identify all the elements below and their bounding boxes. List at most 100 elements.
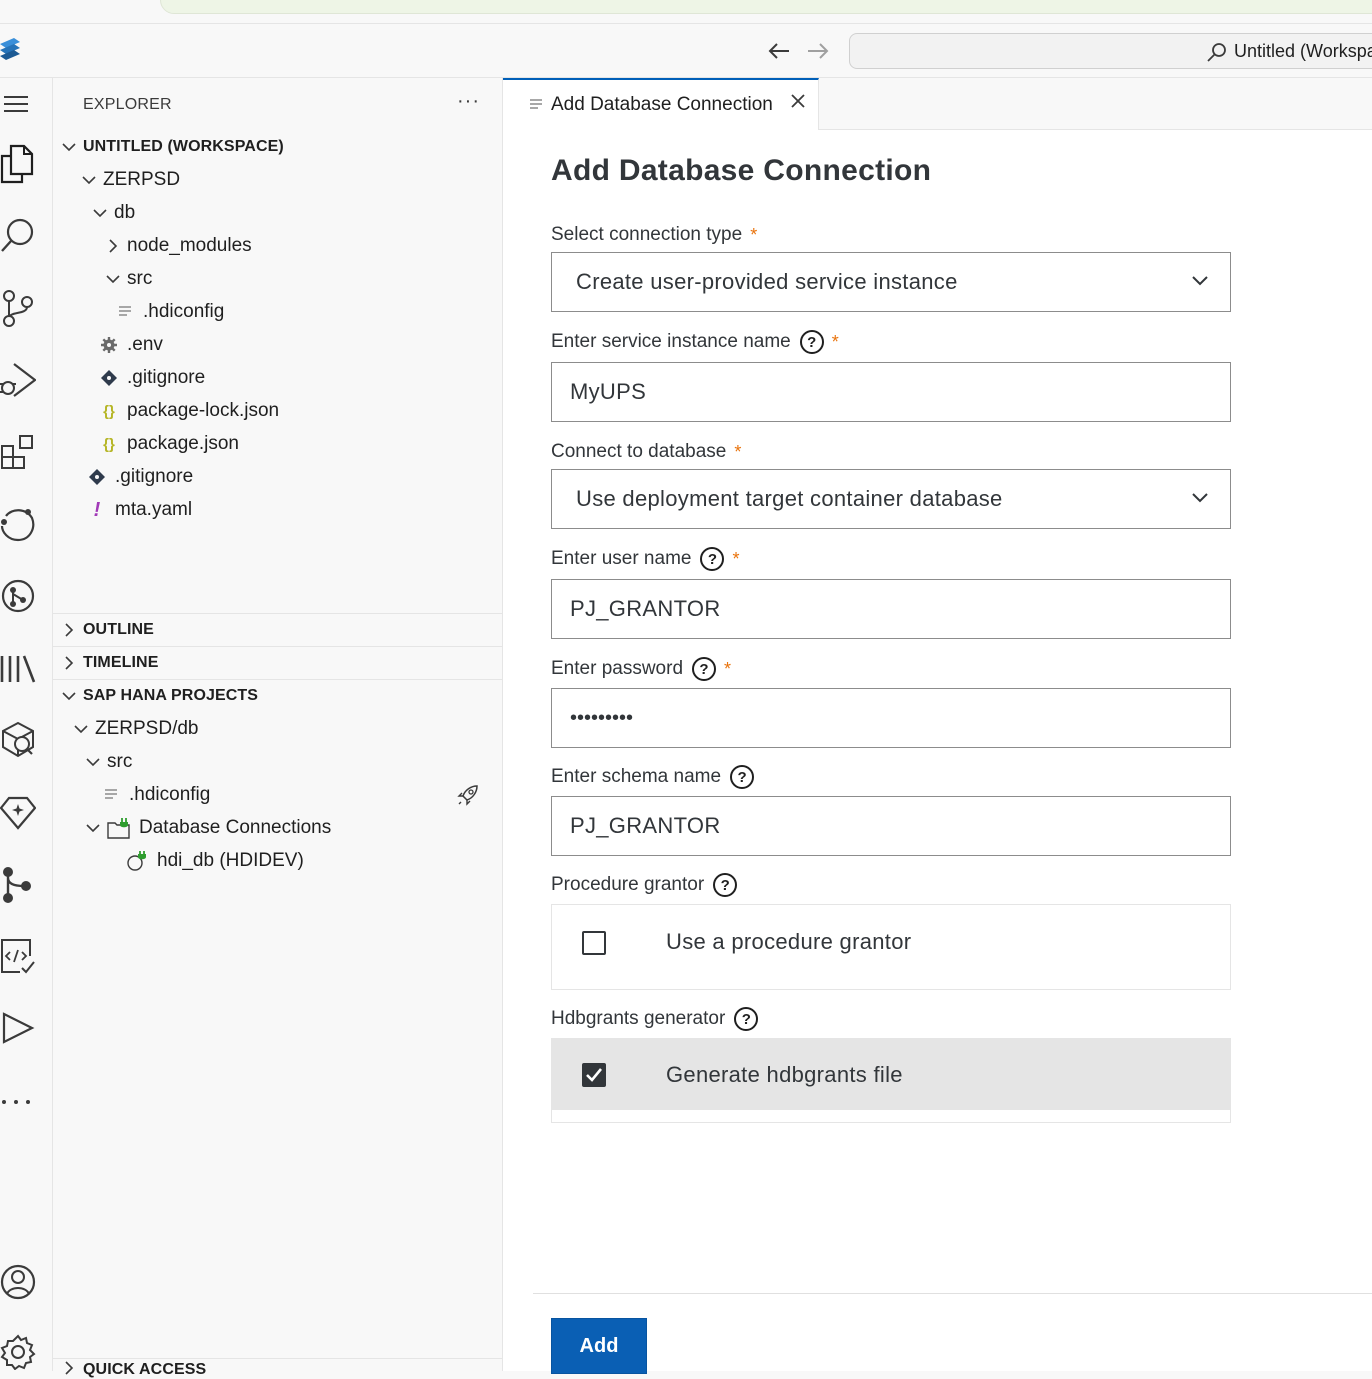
workspace-label: UNTITLED (WORKSPACE) bbox=[83, 138, 284, 155]
tree-item-zerpsd[interactable]: ZERPSD bbox=[79, 165, 180, 195]
chevron-down-icon bbox=[59, 142, 79, 152]
label-text: Enter user name bbox=[551, 548, 692, 569]
service-name-input[interactable]: MyUPS bbox=[551, 362, 1231, 422]
tree-item-hdi-db[interactable]: hdi_db (HDIDEV) bbox=[125, 846, 304, 876]
text-file-icon bbox=[101, 788, 121, 802]
procedure-grantor-option-label[interactable]: Use a procedure grantor bbox=[666, 929, 911, 955]
chevron-right-icon bbox=[103, 239, 123, 253]
help-icon[interactable]: ? bbox=[799, 330, 824, 354]
timeline-label: TIMELINE bbox=[83, 654, 159, 671]
tree-item-hana-src[interactable]: src bbox=[83, 747, 132, 777]
service-center-icon[interactable] bbox=[0, 720, 40, 760]
back-arrow-icon[interactable] bbox=[764, 36, 794, 66]
run-icon[interactable] bbox=[0, 1008, 40, 1048]
forward-arrow-icon[interactable] bbox=[803, 36, 833, 66]
search-icon bbox=[1207, 43, 1226, 62]
connection-type-select[interactable]: Create user-provided service instance bbox=[551, 252, 1231, 312]
tree-item-gitignore[interactable]: .gitignore bbox=[99, 363, 205, 393]
quick-access-section-header[interactable]: QUICK ACCESS bbox=[59, 1361, 206, 1379]
tree-item-src[interactable]: src bbox=[103, 264, 152, 294]
more-views-icon[interactable] bbox=[0, 1080, 40, 1120]
chevron-right-icon bbox=[59, 656, 79, 670]
connect-database-select[interactable]: Use deployment target container database bbox=[551, 469, 1231, 529]
tree-item-package-lock[interactable]: {} package-lock.json bbox=[99, 396, 279, 426]
chevron-down-icon bbox=[1192, 490, 1208, 508]
schema-name-input[interactable]: PJ_GRANTOR bbox=[551, 796, 1231, 856]
json-braces-icon: {} bbox=[103, 435, 115, 453]
tree-item-label: mta.yaml bbox=[115, 499, 193, 520]
tree-item-env[interactable]: .env bbox=[99, 330, 163, 360]
timeline-section-header[interactable]: TIMELINE bbox=[59, 648, 158, 678]
gem-icon[interactable] bbox=[0, 792, 40, 832]
tree-item-package-json[interactable]: {} package.json bbox=[99, 429, 239, 459]
tree-item-db[interactable]: db bbox=[90, 198, 135, 228]
tree-item-label: .gitignore bbox=[127, 367, 206, 388]
select-value: Create user-provided service instance bbox=[576, 269, 958, 294]
workspace-section-header[interactable]: UNTITLED (WORKSPACE) bbox=[59, 132, 284, 162]
help-icon[interactable]: ? bbox=[692, 657, 717, 681]
code-check-icon[interactable] bbox=[0, 936, 40, 976]
folder-plug-icon bbox=[107, 817, 131, 839]
settings-gear-icon[interactable] bbox=[0, 1330, 40, 1370]
git-graph-icon[interactable] bbox=[0, 576, 40, 616]
editor-content: Add Database Connection Select connectio… bbox=[503, 130, 1372, 1374]
chevron-down-icon bbox=[59, 691, 79, 701]
extensions-icon[interactable] bbox=[0, 432, 40, 472]
quick-access-label: QUICK ACCESS bbox=[83, 1361, 207, 1378]
input-value: ••••••••• bbox=[570, 706, 634, 729]
user-name-input[interactable]: PJ_GRANTOR bbox=[551, 579, 1231, 639]
tree-item-label: package-lock.json bbox=[127, 400, 280, 421]
input-value: MyUPS bbox=[570, 379, 647, 404]
tree-item-zerpsd-db[interactable]: ZERPSD/db bbox=[71, 714, 198, 744]
help-icon[interactable]: ? bbox=[713, 873, 738, 897]
chevron-down-icon bbox=[83, 823, 103, 833]
workflow-icon[interactable] bbox=[0, 864, 40, 904]
label-text: Hdbgrants generator bbox=[551, 1008, 726, 1029]
required-asterisk: * bbox=[732, 548, 740, 569]
label-text: Procedure grantor bbox=[551, 874, 705, 895]
tree-item-label: Database Connections bbox=[139, 817, 332, 838]
hana-projects-section-header[interactable]: SAP HANA PROJECTS bbox=[59, 681, 258, 711]
section-divider bbox=[53, 613, 503, 614]
run-debug-icon[interactable] bbox=[0, 360, 40, 400]
add-button[interactable]: Add bbox=[551, 1318, 647, 1374]
tree-item-database-connections[interactable]: Database Connections bbox=[83, 813, 331, 843]
app-logo-icon bbox=[0, 36, 22, 62]
password-input[interactable]: ••••••••• bbox=[551, 688, 1231, 748]
explorer-files-icon[interactable] bbox=[0, 144, 40, 184]
hdbgrants-option-label[interactable]: Generate hdbgrants file bbox=[666, 1062, 903, 1088]
tree-item-label: .hdiconfig bbox=[143, 301, 225, 322]
tree-item-label: node_modules bbox=[127, 235, 252, 256]
tree-item-label: src bbox=[127, 268, 153, 289]
close-icon[interactable] bbox=[790, 92, 806, 115]
tree-item-root-gitignore[interactable]: .gitignore bbox=[87, 462, 193, 492]
menu-icon[interactable] bbox=[0, 84, 40, 124]
db-plug-icon bbox=[125, 850, 149, 872]
help-icon[interactable]: ? bbox=[700, 547, 725, 571]
tree-item-node-modules[interactable]: node_modules bbox=[103, 231, 252, 261]
search-icon[interactable] bbox=[0, 216, 40, 256]
more-actions-button[interactable]: ··· bbox=[457, 90, 480, 113]
outline-section-header[interactable]: OUTLINE bbox=[59, 615, 154, 645]
deploy-rocket-icon[interactable] bbox=[457, 784, 479, 811]
help-icon[interactable]: ? bbox=[734, 1007, 759, 1031]
hdbgrants-checkbox[interactable] bbox=[582, 1063, 606, 1087]
editor-tab-bar: Add Database Connection bbox=[503, 78, 1372, 130]
remote-explorer-icon[interactable] bbox=[0, 504, 40, 544]
help-icon[interactable]: ? bbox=[730, 765, 755, 789]
chevron-right-icon bbox=[59, 1361, 79, 1375]
text-file-icon bbox=[529, 98, 543, 112]
account-icon[interactable] bbox=[0, 1262, 40, 1302]
tree-item-label: src bbox=[107, 751, 133, 772]
tree-item-mta-yaml[interactable]: ! mta.yaml bbox=[87, 495, 192, 525]
procedure-grantor-checkbox[interactable] bbox=[582, 931, 606, 955]
library-icon[interactable] bbox=[0, 648, 40, 688]
command-center-search[interactable]: Untitled (Workspace) bbox=[849, 33, 1372, 69]
tree-item-label: .gitignore bbox=[115, 466, 194, 487]
tree-item-hana-hdiconfig[interactable]: .hdiconfig bbox=[101, 780, 210, 810]
tab-add-database-connection[interactable]: Add Database Connection bbox=[503, 78, 819, 130]
tree-item-hdiconfig[interactable]: .hdiconfig bbox=[115, 297, 224, 327]
section-divider bbox=[53, 646, 503, 647]
gear-icon bbox=[99, 336, 119, 354]
source-control-icon[interactable] bbox=[0, 288, 40, 328]
